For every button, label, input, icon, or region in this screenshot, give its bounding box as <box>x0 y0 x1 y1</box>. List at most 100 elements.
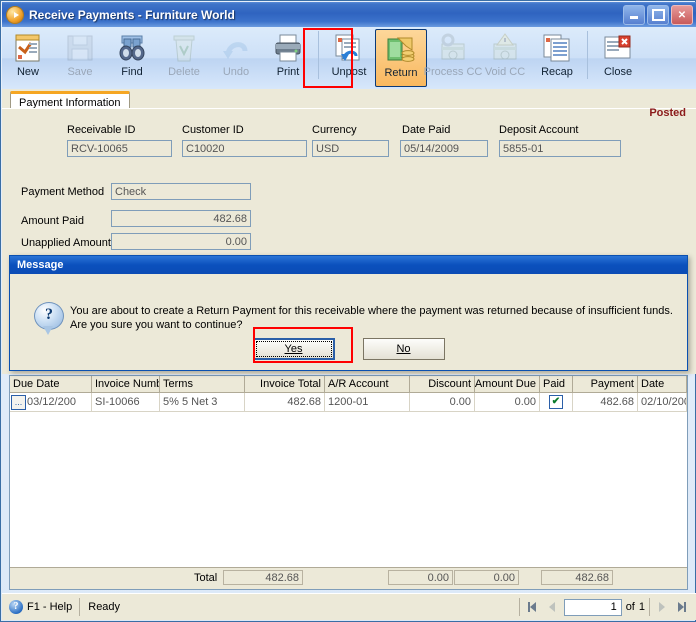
customer-id-field[interactable]: C10020 <box>182 140 307 157</box>
dialog-message: You are about to create a Return Payment… <box>70 304 678 332</box>
label-unapplied-amount: Unapplied Amount <box>21 237 111 249</box>
toolbar-button-print[interactable]: Print <box>262 29 314 87</box>
totals-amount-due: 0.00 <box>454 570 519 585</box>
cell-due-date: 03/12/200 <box>27 396 76 408</box>
cell-paid[interactable]: ✔ <box>540 393 573 411</box>
no-button[interactable]: No <box>362 338 445 360</box>
toolbar-label-undo: Undo <box>222 66 250 78</box>
window-controls: ✕ <box>623 5 693 25</box>
toolbar-label-close: Close <box>603 66 633 78</box>
status-text: Ready <box>88 601 121 613</box>
label-deposit-account: Deposit Account <box>499 124 579 136</box>
cell-terms: 5% 5 Net 3 <box>160 393 245 411</box>
maximize-button[interactable] <box>647 5 669 25</box>
toolbar-label-void-cc: Void CC <box>484 66 526 78</box>
label-currency: Currency <box>312 124 357 136</box>
question-mark-icon: ? <box>34 302 64 335</box>
minimize-button[interactable] <box>623 5 645 25</box>
dialog-title: Message <box>17 259 64 271</box>
main-toolbar: New Save Find Delete Undo Print Unpost R… <box>2 27 696 89</box>
row-selector-button[interactable]: ... <box>11 394 26 410</box>
record-navigation: 1 of 1 <box>518 598 690 616</box>
message-dialog: Message ? You are about to create a Retu… <box>9 255 688 371</box>
nav-total-records: 1 <box>638 601 645 613</box>
date-paid-field[interactable]: 05/14/2009 <box>400 140 488 157</box>
toolbar-button-close[interactable]: Close <box>592 29 644 87</box>
trash-can-icon <box>167 31 201 65</box>
toolbar-separator <box>318 31 319 79</box>
toolbar-button-recap[interactable]: Recap <box>531 29 583 87</box>
toolbar-button-void-cc: Void CC <box>479 29 531 87</box>
amount-paid-field[interactable]: 482.68 <box>111 210 251 227</box>
help-label: F1 - Help <box>27 601 73 613</box>
column-header-paid[interactable]: Paid <box>540 376 573 392</box>
totals-discount: 0.00 <box>388 570 453 585</box>
void-cc-icon <box>488 31 522 65</box>
cell-ar-account: 1200-01 <box>325 393 410 411</box>
column-header-payment[interactable]: Payment <box>573 376 638 392</box>
toolbar-label-process-cc: Process CC <box>423 66 483 78</box>
totals-payment: 482.68 <box>541 570 613 585</box>
currency-field[interactable]: USD <box>312 140 389 157</box>
printer-icon <box>271 31 305 65</box>
last-record-icon[interactable] <box>674 599 690 615</box>
receive-payments-window: Receive Payments - Furniture World ✕ New… <box>0 0 696 622</box>
deposit-account-field[interactable]: 5855-01 <box>499 140 621 157</box>
dialog-message-line1: You are about to create a Return Payment… <box>70 305 673 317</box>
yes-button-label: Yes <box>284 343 303 355</box>
first-record-icon[interactable] <box>524 599 540 615</box>
help-button[interactable]: ? F1 - Help <box>2 598 79 616</box>
new-document-icon <box>11 31 45 65</box>
toolbar-label-find: Find <box>121 66 143 78</box>
column-header-invoice-total[interactable]: Invoice Total <box>245 376 325 392</box>
dialog-body: ? You are about to create a Return Payme… <box>10 274 687 370</box>
close-icon[interactable]: ✕ <box>671 5 693 25</box>
toolbar-button-delete: Delete <box>158 29 210 87</box>
column-header-ar-account[interactable]: A/R Account <box>325 376 410 392</box>
column-header-due-date[interactable]: Due Date <box>10 376 92 392</box>
previous-record-icon[interactable] <box>544 599 560 615</box>
label-customer-id: Customer ID <box>182 124 244 136</box>
window-title: Receive Payments - Furniture World <box>29 7 235 22</box>
close-window-icon <box>601 31 635 65</box>
toolbar-label-print: Print <box>276 66 300 78</box>
toolbar-label-return: Return <box>384 67 418 79</box>
play-circle-icon <box>7 6 23 23</box>
column-header-terms[interactable]: Terms <box>160 376 245 392</box>
no-button-label: No <box>396 343 411 355</box>
record-number-input[interactable]: 1 <box>563 598 622 616</box>
toolbar-button-find[interactable]: Find <box>106 29 158 87</box>
column-header-amount-due[interactable]: Amount Due <box>475 376 540 392</box>
nav-of-label: of <box>625 601 635 613</box>
label-receivable-id: Receivable ID <box>67 124 136 136</box>
dialog-buttons: Yes No <box>12 338 685 360</box>
toolbar-button-unpost[interactable]: Unpost <box>323 29 375 87</box>
payment-method-field[interactable]: Check <box>111 183 251 200</box>
tab-strip: Payment Information <box>2 89 696 112</box>
unpost-icon <box>332 31 366 65</box>
status-badge: Posted <box>649 107 686 119</box>
toolbar-label-unpost: Unpost <box>331 66 367 78</box>
grid-header-row: Due Date Invoice Numb Terms Invoice Tota… <box>10 376 687 393</box>
cell-invoice-number: SI-10066 <box>92 393 160 411</box>
cell-discount: 0.00 <box>410 393 475 411</box>
dialog-titlebar: Message <box>10 256 687 274</box>
cell-date: 02/10/2009 <box>638 393 687 411</box>
next-record-icon[interactable] <box>654 599 670 615</box>
dialog-message-line2: Are you sure you want to continue? <box>70 319 243 331</box>
column-header-date[interactable]: Date <box>638 376 687 392</box>
toolbar-label-delete: Delete <box>168 66 200 78</box>
unapplied-amount-field[interactable]: 0.00 <box>111 233 251 250</box>
column-header-invoice-number[interactable]: Invoice Numb <box>92 376 160 392</box>
invoice-grid: Due Date Invoice Numb Terms Invoice Tota… <box>9 375 688 590</box>
floppy-disk-icon <box>63 31 97 65</box>
column-header-discount[interactable]: Discount <box>410 376 475 392</box>
toolbar-label-save: Save <box>67 66 93 78</box>
return-money-icon <box>384 32 418 66</box>
receivable-id-field[interactable]: RCV-10065 <box>67 140 172 157</box>
table-row[interactable]: ... 03/12/200 SI-10066 5% 5 Net 3 482.68… <box>10 393 687 412</box>
paid-checkbox[interactable]: ✔ <box>549 395 563 409</box>
toolbar-button-return[interactable]: Return <box>375 29 427 87</box>
toolbar-button-new[interactable]: New <box>2 29 54 87</box>
yes-button[interactable]: Yes <box>252 338 335 360</box>
